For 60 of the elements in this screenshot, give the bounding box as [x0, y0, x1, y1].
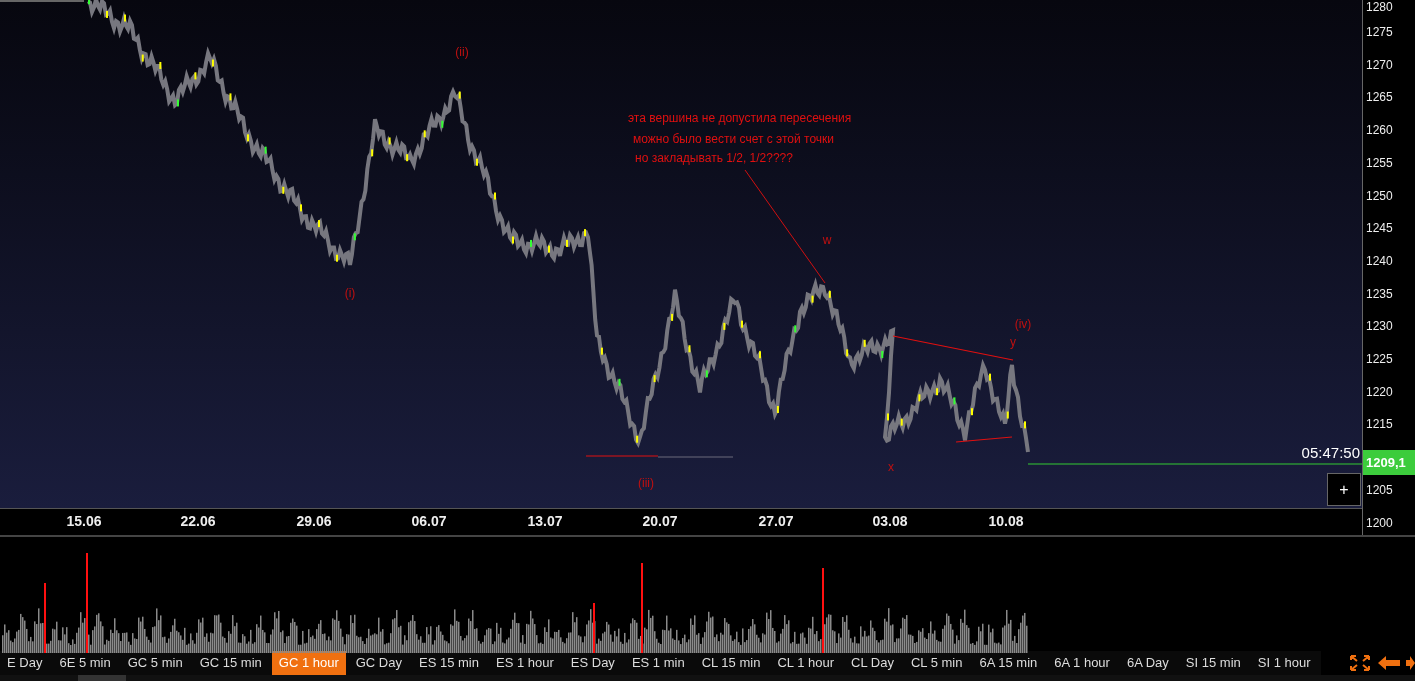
timeframe-tab[interactable]: ES 15 min: [412, 651, 486, 675]
date-label: 15.06: [66, 513, 102, 529]
current-price-badge: 1209,1: [1363, 450, 1415, 475]
timeframe-tab[interactable]: 6E 5 min: [52, 651, 118, 675]
wave-label: (iv): [1014, 317, 1032, 331]
price-tick-label: 1205: [1366, 482, 1393, 497]
timeframe-tab[interactable]: CL Day: [844, 651, 901, 675]
fullscreen-icon[interactable]: [1350, 655, 1370, 671]
price-tick-label: 1255: [1366, 155, 1393, 170]
date-label: 22.06: [180, 513, 216, 529]
timeframe-tab[interactable]: ES Day: [563, 651, 622, 675]
annotation-text: эта вершина не допустила пересечения: [628, 111, 852, 126]
timeframe-tab[interactable]: ES 1 min: [624, 651, 692, 675]
date-label: 03.08: [872, 513, 908, 529]
timeframe-tab[interactable]: CL 1 hour: [770, 651, 841, 675]
timeframe-tab[interactable]: GC 5 min: [120, 651, 190, 675]
trend-line: [955, 436, 1013, 443]
date-label: 10.08: [988, 513, 1024, 529]
date-label: 20.07: [642, 513, 678, 529]
price-tick-label: 1235: [1366, 286, 1393, 301]
wave-label: (i): [344, 286, 356, 300]
wave-label: y: [1010, 335, 1016, 349]
price-tick-label: 1245: [1366, 221, 1393, 236]
timeframe-tab[interactable]: SI 15 min: [1178, 651, 1248, 675]
price-tick-label: 1265: [1366, 90, 1393, 105]
price-tick-label: 1225: [1366, 352, 1393, 366]
timeframe-tab[interactable]: 6A 15 min: [972, 651, 1045, 675]
price-tick-label: 1275: [1366, 25, 1393, 39]
annotation-text: но закладывать 1/2, 1/2????: [635, 151, 793, 166]
price-tick-label: 1220: [1366, 384, 1393, 399]
timeframe-tab[interactable]: SI 1 hour: [1250, 651, 1318, 675]
price-tick-label: 1230: [1366, 319, 1393, 334]
date-label: 27.07: [758, 513, 794, 529]
price-tick-label: 1260: [1366, 123, 1393, 138]
timeframe-tab[interactable]: CL 15 min: [694, 651, 768, 675]
price-tick-label: 1280: [1366, 0, 1393, 14]
wave-label: w: [822, 233, 832, 247]
date-label: 29.06: [296, 513, 332, 529]
price-tick-label: 1270: [1366, 57, 1393, 72]
countdown-timer: 05:47:50: [1301, 444, 1360, 461]
price-tick-label: 1240: [1366, 253, 1393, 268]
arrow-left-icon[interactable]: [1378, 656, 1400, 670]
wave-label: x: [888, 460, 894, 474]
wave-label: (ii): [455, 45, 469, 59]
timeframe-tab[interactable]: 6A 1 hour: [1047, 651, 1117, 675]
timeframe-tab[interactable]: CL 5 min: [903, 651, 970, 675]
price-tick-label: 1215: [1366, 417, 1393, 432]
price-tick-label: 1200: [1366, 515, 1393, 530]
timeframe-tab[interactable]: ES 1 hour: [488, 651, 561, 675]
timeframe-tab[interactable]: E Day: [0, 651, 50, 675]
add-button[interactable]: +: [1327, 473, 1361, 506]
timeframe-tab[interactable]: GC 15 min: [192, 651, 269, 675]
timeframe-tab[interactable]: GC Day: [348, 651, 409, 675]
timeframe-tab[interactable]: 6A Day: [1119, 651, 1176, 675]
date-label: 06.07: [411, 513, 447, 529]
price-tick-label: 1250: [1366, 188, 1393, 203]
annotation-text: можно было вести счет с этой точки: [633, 132, 834, 147]
arrow-right-icon[interactable]: [1406, 656, 1415, 670]
date-label: 13.07: [527, 513, 563, 529]
wave-label: (iii): [638, 476, 654, 490]
